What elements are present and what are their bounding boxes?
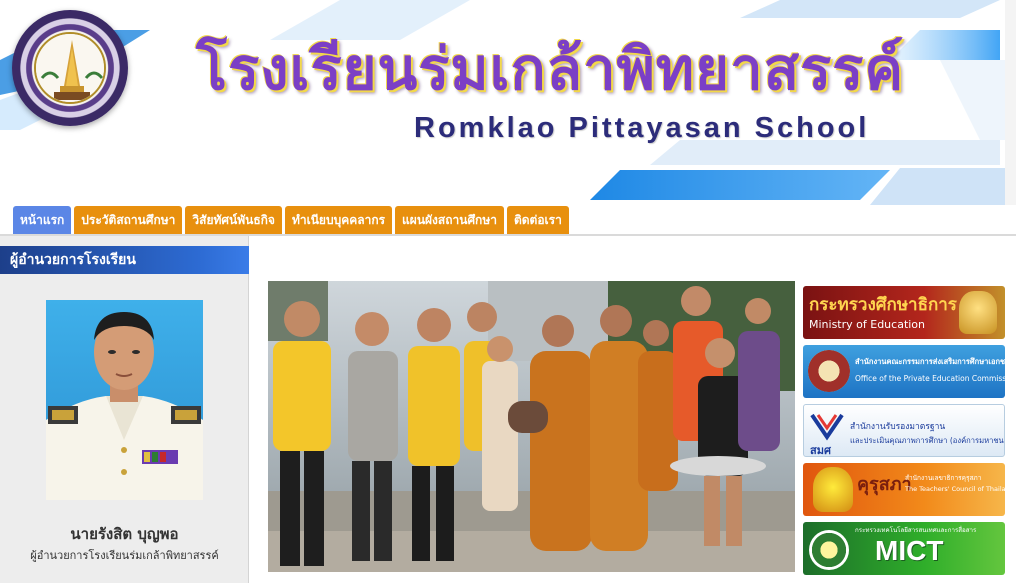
nav-tab-vision[interactable]: วิสัยทัศน์พันธกิจ (185, 206, 282, 234)
director-portrait[interactable] (46, 300, 203, 500)
mict-emblem-icon (809, 530, 849, 570)
school-title-english: Romklao Pittayasan School (414, 112, 870, 144)
ministry-emblem-icon (959, 291, 997, 334)
site-header: โรงเรียนร่มเกล้าพิทยาสรรค์ Romklao Pitta… (0, 0, 1016, 205)
banner-mict-label-sub: กระทรวงเทคโนโลยีสารสนเทศและการสื่อสาร (855, 527, 977, 534)
banner-mict-label: MICT (875, 535, 944, 566)
nav-tab-campus-map[interactable]: แผนผังสถานศึกษา (395, 206, 504, 234)
banner-council-label-th: คุรุสภา (857, 474, 912, 495)
banner-opec-label-en: Office of the Private Education Commissi… (855, 374, 1005, 383)
onesqa-logo-icon (810, 413, 844, 441)
banner-ministry-label-th: กระทรวงศึกษาธิการ (809, 295, 957, 315)
school-logo[interactable] (12, 10, 128, 126)
school-title-thai: โรงเรียนร่มเกล้าพิทยาสรรค์ (196, 35, 905, 103)
banner-onesqa[interactable]: สมศ สำนักงานรับรองมาตรฐาน และประเมินคุณภ… (803, 404, 1005, 457)
banner-onesqa-label-2: และประเมินคุณภาพการศึกษา (องค์การมหาชน) (850, 436, 1005, 445)
banner-onesqa-label-1: สำนักงานรับรองมาตรฐาน (850, 422, 946, 432)
banner-mict[interactable]: กระทรวงเทคโนโลยีสารสนเทศและการสื่อสาร MI… (803, 522, 1005, 575)
banner-ministry-of-education[interactable]: กระทรวงศึกษาธิการ Ministry of Education (803, 286, 1005, 339)
banner-opec-label-th: สำนักงานคณะกรรมการส่งเสริมการศึกษาเอกชน (855, 357, 1005, 366)
banner-teachers-council[interactable]: คุรุสภา สำนักงานเลขาธิการคุรุสภา The Tea… (803, 463, 1005, 516)
teachers-council-emblem-icon (813, 467, 853, 512)
banner-opec[interactable]: สำนักงานคณะกรรมการส่งเสริมการศึกษาเอกชน … (803, 345, 1005, 398)
school-logo-emblem (34, 32, 106, 104)
opec-emblem-icon (808, 350, 850, 392)
main-nav: หน้าแรก ประวัติสถานศึกษา วิสัยทัศน์พันธก… (13, 206, 569, 234)
director-name: นายรังสิต บุญพอ (70, 525, 179, 543)
banner-council-label-sub: สำนักงานเลขาธิการคุรุสภา (905, 474, 982, 482)
director-section-header: ผู้อำนวยการโรงเรียน (0, 246, 249, 274)
featured-photo[interactable] (268, 281, 795, 572)
nav-tab-staff[interactable]: ทำเนียบบุคคลากร (284, 206, 393, 234)
banner-ministry-label-en: Ministry of Education (809, 318, 926, 331)
nav-tab-home[interactable]: หน้าแรก (13, 206, 72, 234)
nav-tab-history[interactable]: ประวัติสถานศึกษา (74, 206, 183, 234)
director-sidebar: ผู้อำนวยการโรงเรียน นายรังสิต บุญพอ ผู้อ… (0, 236, 249, 583)
nav-tab-contact[interactable]: ติดต่อเรา (506, 206, 569, 234)
banner-onesqa-mark: สมศ (810, 444, 831, 457)
director-position: ผู้อำนวยการโรงเรียนร่มเกล้าพิทยาสรรค์ (30, 549, 219, 562)
banner-council-label-en: The Teachers' Council of Thailand (905, 485, 1005, 493)
